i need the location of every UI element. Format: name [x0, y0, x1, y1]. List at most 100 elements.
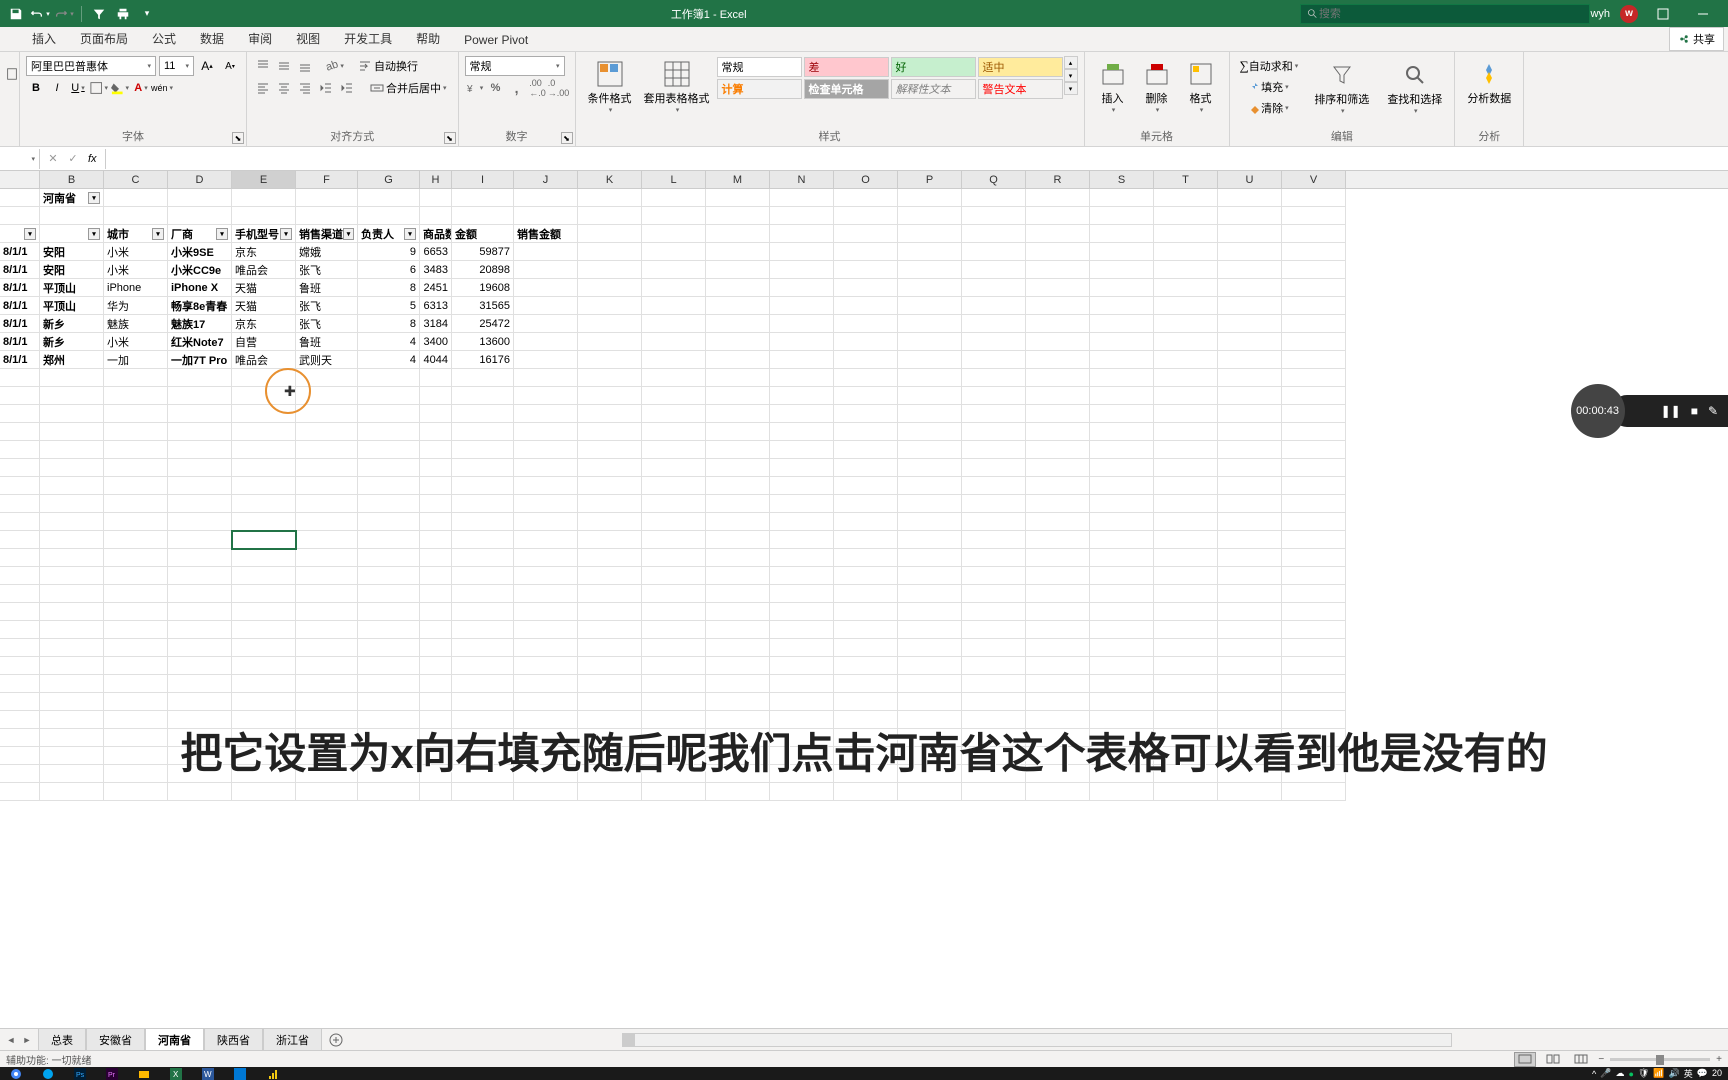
cell[interactable] — [642, 207, 706, 225]
cell[interactable] — [1218, 477, 1282, 495]
cell[interactable] — [40, 423, 104, 441]
cell[interactable] — [706, 423, 770, 441]
column-header-B[interactable]: B — [40, 171, 104, 188]
cell[interactable] — [104, 405, 168, 423]
cell[interactable] — [1026, 603, 1090, 621]
cell[interactable] — [1090, 387, 1154, 405]
cell[interactable] — [706, 405, 770, 423]
cell[interactable]: 4 — [358, 333, 420, 351]
cell[interactable] — [296, 207, 358, 225]
cell[interactable] — [40, 621, 104, 639]
cell[interactable]: 小米CC9e — [168, 261, 232, 279]
cell[interactable] — [1218, 693, 1282, 711]
cell[interactable] — [706, 297, 770, 315]
cell[interactable] — [898, 207, 962, 225]
cell[interactable] — [770, 567, 834, 585]
cell[interactable] — [358, 711, 420, 729]
cell[interactable]: iPhone — [104, 279, 168, 297]
cell[interactable] — [1090, 621, 1154, 639]
cell[interactable] — [296, 657, 358, 675]
cell[interactable] — [514, 387, 578, 405]
cell[interactable] — [1282, 729, 1346, 747]
cell[interactable] — [1282, 405, 1346, 423]
cell[interactable] — [898, 603, 962, 621]
cell[interactable] — [1282, 243, 1346, 261]
cell[interactable] — [1026, 279, 1090, 297]
cell[interactable] — [578, 693, 642, 711]
cell[interactable] — [706, 387, 770, 405]
cell[interactable] — [420, 369, 452, 387]
cell[interactable] — [514, 639, 578, 657]
cell[interactable] — [706, 279, 770, 297]
cell[interactable] — [1218, 747, 1282, 765]
cell[interactable] — [1154, 387, 1218, 405]
undo-icon[interactable]: ▾ — [30, 4, 50, 24]
cell[interactable] — [1282, 621, 1346, 639]
cell[interactable] — [1218, 459, 1282, 477]
bold-button[interactable]: B — [26, 78, 46, 98]
cells-area[interactable]: 河南省▾▾▾城市▾厂商▾手机型号▾销售渠道▾负责人▾商品数量金额销售金额8/1/… — [0, 189, 1728, 801]
cell[interactable] — [452, 477, 514, 495]
tab-formulas[interactable]: 公式 — [140, 26, 188, 51]
cell[interactable]: iPhone X — [168, 279, 232, 297]
cell[interactable] — [232, 657, 296, 675]
cell[interactable] — [104, 783, 168, 801]
cell[interactable] — [642, 783, 706, 801]
cell[interactable] — [40, 495, 104, 513]
cell[interactable] — [578, 315, 642, 333]
cell[interactable] — [834, 495, 898, 513]
cell[interactable] — [514, 729, 578, 747]
cell[interactable] — [358, 207, 420, 225]
cell[interactable] — [296, 441, 358, 459]
cell[interactable] — [168, 513, 232, 531]
cell[interactable] — [834, 711, 898, 729]
cell[interactable] — [1090, 297, 1154, 315]
cell[interactable] — [770, 747, 834, 765]
cell[interactable] — [296, 711, 358, 729]
cell[interactable] — [296, 495, 358, 513]
cell[interactable] — [834, 279, 898, 297]
style-scroll-down-icon[interactable]: ▾ — [1064, 69, 1078, 82]
cell[interactable] — [1154, 441, 1218, 459]
cell[interactable] — [0, 657, 40, 675]
cell[interactable] — [578, 261, 642, 279]
cell[interactable] — [1026, 531, 1090, 549]
cell[interactable] — [358, 675, 420, 693]
cell[interactable] — [40, 441, 104, 459]
tray-volume-icon[interactable]: 🔊 — [1669, 1068, 1680, 1079]
cell[interactable]: 4 — [358, 351, 420, 369]
tray-action-center-icon[interactable]: 💬 — [1697, 1068, 1708, 1079]
cell[interactable]: 6 — [358, 261, 420, 279]
tray-network-icon[interactable]: 📶 — [1653, 1068, 1664, 1079]
cell[interactable] — [0, 387, 40, 405]
cell[interactable]: 张飞 — [296, 297, 358, 315]
cell[interactable]: 59877 — [452, 243, 514, 261]
cell[interactable]: 城市▾ — [104, 225, 168, 243]
cell[interactable] — [1218, 297, 1282, 315]
cell[interactable] — [40, 387, 104, 405]
cell[interactable] — [706, 585, 770, 603]
cell[interactable] — [40, 747, 104, 765]
cell[interactable]: 3184 — [420, 315, 452, 333]
cell[interactable] — [770, 351, 834, 369]
cell[interactable] — [232, 459, 296, 477]
cell[interactable] — [1282, 459, 1346, 477]
cell[interactable] — [514, 567, 578, 585]
cell[interactable] — [962, 495, 1026, 513]
cell[interactable] — [0, 693, 40, 711]
cell[interactable] — [452, 441, 514, 459]
cell[interactable] — [296, 783, 358, 801]
cell[interactable] — [1090, 225, 1154, 243]
cell[interactable] — [40, 513, 104, 531]
cell[interactable] — [706, 495, 770, 513]
view-page-break-icon[interactable] — [1570, 1052, 1592, 1067]
cell[interactable] — [1282, 549, 1346, 567]
cell[interactable] — [0, 441, 40, 459]
cell[interactable] — [898, 747, 962, 765]
cell[interactable] — [578, 567, 642, 585]
cell[interactable] — [40, 765, 104, 783]
cell[interactable] — [168, 675, 232, 693]
cell[interactable] — [834, 333, 898, 351]
style-check[interactable]: 检查单元格 — [804, 79, 889, 99]
cell[interactable] — [1090, 747, 1154, 765]
